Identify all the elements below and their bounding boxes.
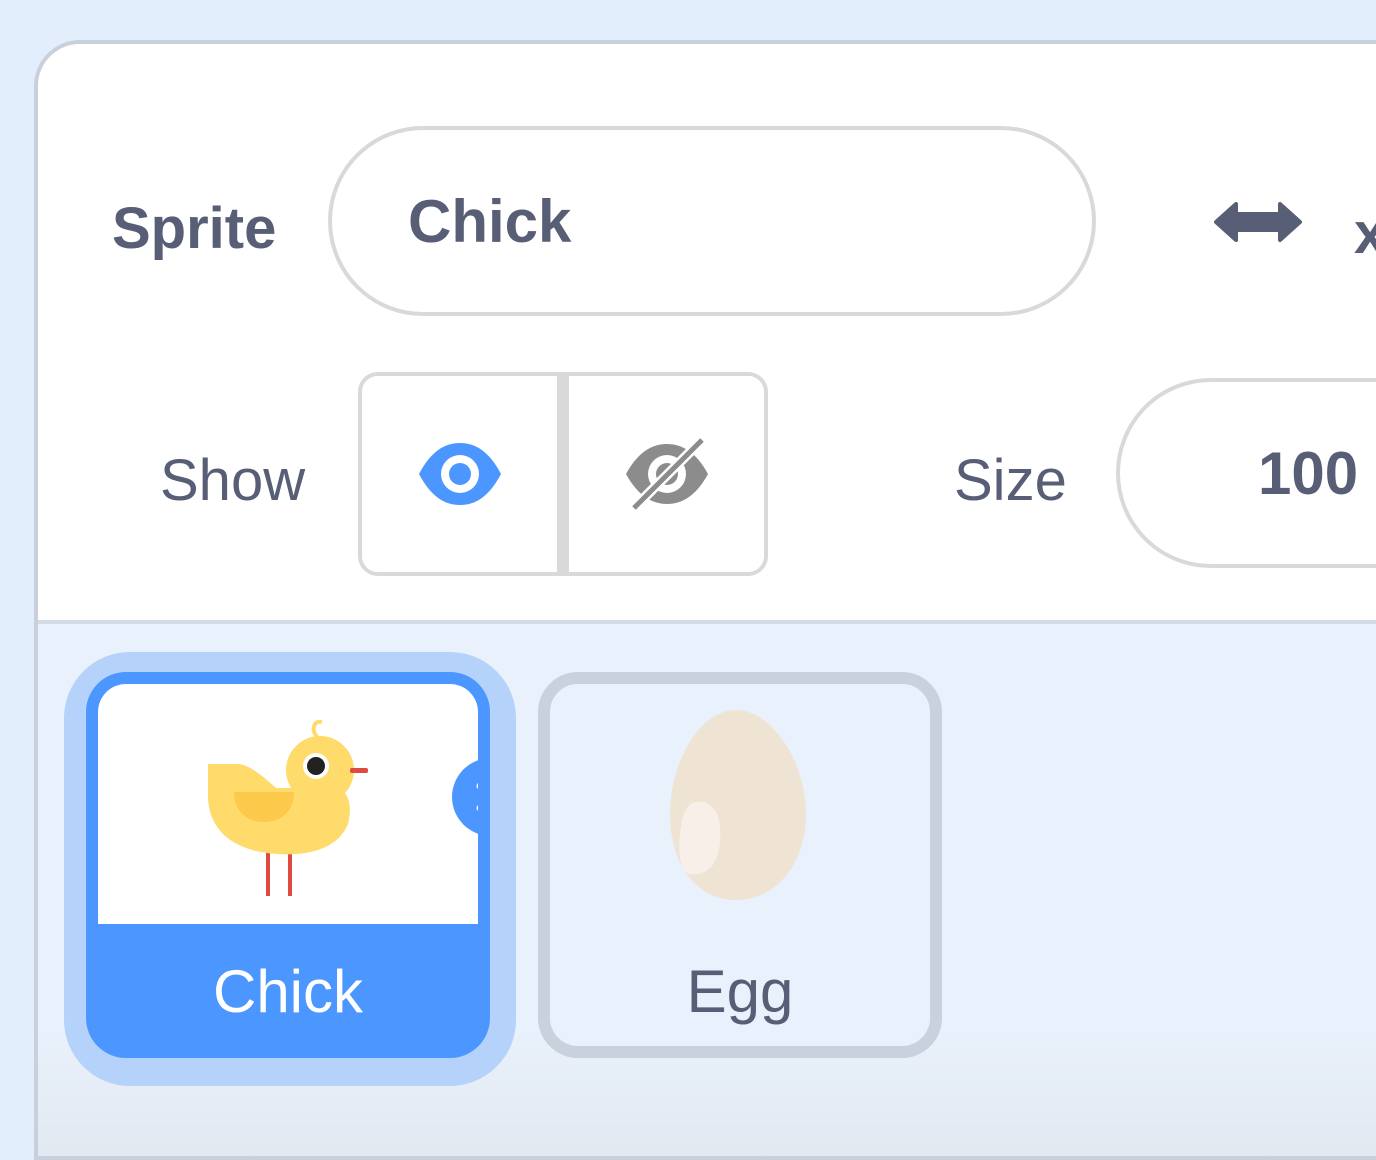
x-position-label: x [1354, 200, 1376, 267]
close-icon [476, 783, 478, 811]
hide-sprite-button[interactable] [557, 376, 764, 572]
sprite-pane: Sprite x Show [34, 40, 1376, 1160]
chick-costume-icon [208, 719, 368, 896]
egg-costume-icon [670, 710, 806, 900]
sprite-tile-chick[interactable]: Chick [86, 672, 490, 1058]
x-position-arrows-icon [1214, 202, 1302, 242]
show-label: Show [160, 448, 306, 513]
sprite-info-panel: Sprite x Show [38, 44, 1376, 624]
eye-slash-icon [625, 436, 708, 512]
show-sprite-button[interactable] [362, 376, 557, 572]
size-input[interactable] [1116, 378, 1376, 568]
sprite-list: Chick Egg [38, 624, 1376, 1156]
sprite-name-input[interactable] [328, 126, 1096, 316]
sprite-tile-name: Chick [212, 958, 364, 1025]
sprite-tile-name: Egg [686, 958, 794, 1025]
sprite-tile-egg[interactable]: Egg [538, 672, 942, 1058]
sprite-name-label: Sprite [112, 196, 277, 261]
sprite-thumbnail [98, 684, 478, 924]
visibility-toggle-group [358, 372, 768, 576]
eye-icon [418, 443, 501, 505]
size-label: Size [954, 448, 1067, 513]
